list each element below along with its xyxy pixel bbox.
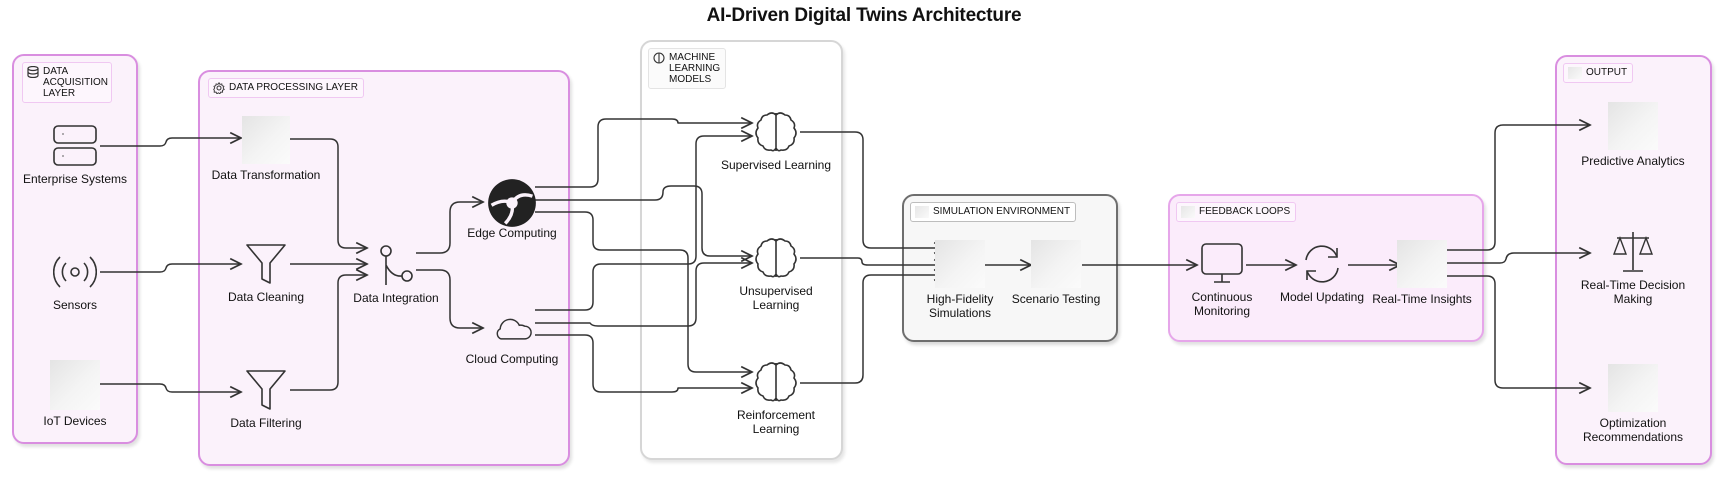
node-label: Real-Time Insights [1372, 292, 1472, 306]
node-sensors[interactable]: Sensors [15, 250, 135, 312]
node-label: Supervised Learning [720, 158, 832, 172]
node-optimization-recommendations[interactable]: Optimization Recommendations [1573, 364, 1693, 444]
node-label: Data Transformation [211, 168, 321, 182]
node-label: Scenario Testing [1011, 292, 1101, 306]
node-label: Data Cleaning [227, 290, 305, 304]
merge-icon [380, 245, 413, 285]
placeholder-icon [1608, 102, 1658, 150]
node-unsupervised-learning[interactable]: Unsupervised Learning [716, 236, 836, 312]
node-label: Optimization Recommendations [1582, 416, 1684, 444]
edge-logo-icon [488, 179, 536, 227]
node-label: Edge Computing [467, 226, 557, 240]
signal-icon [53, 256, 97, 288]
node-predictive-analytics[interactable]: Predictive Analytics [1573, 102, 1693, 168]
placeholder-icon [935, 240, 985, 288]
placeholder-icon [242, 116, 290, 164]
node-enterprise-systems[interactable]: Enterprise Systems [15, 124, 135, 186]
node-data-cleaning[interactable]: Data Cleaning [206, 242, 326, 304]
node-label: Real-Time Decision Making [1580, 278, 1686, 306]
node-label: IoT Devices [43, 414, 107, 428]
node-data-integration[interactable]: Data Integration [336, 243, 456, 305]
node-real-time-insights[interactable]: Real-Time Insights [1362, 240, 1482, 306]
node-real-time-decision-making[interactable]: Real-Time Decision Making [1573, 230, 1693, 306]
node-data-filtering[interactable]: Data Filtering [206, 368, 326, 430]
node-label: Data Integration [353, 291, 439, 305]
monitor-icon [1201, 243, 1243, 283]
node-iot-devices[interactable]: IoT Devices [15, 360, 135, 428]
scale-icon [1612, 232, 1654, 272]
funnel-icon [246, 370, 286, 410]
node-edge-computing[interactable]: Edge Computing [452, 178, 572, 240]
placeholder-icon [1608, 364, 1658, 412]
brain-icon [755, 238, 797, 278]
node-label: Data Filtering [230, 416, 302, 430]
node-label: Unsupervised Learning [739, 284, 813, 312]
node-label: Cloud Computing [465, 352, 559, 366]
node-label: Predictive Analytics [1581, 154, 1685, 168]
edge-insights-predictive [1445, 125, 1590, 251]
placeholder-icon [1397, 240, 1447, 288]
placeholder-icon [50, 360, 100, 410]
node-scenario-testing[interactable]: Scenario Testing [996, 240, 1116, 306]
brain-icon [755, 362, 797, 402]
node-cloud-computing[interactable]: Cloud Computing [452, 308, 572, 366]
node-label: Enterprise Systems [22, 172, 128, 186]
brain-icon [755, 112, 797, 152]
node-data-transformation[interactable]: Data Transformation [206, 116, 326, 182]
placeholder-icon [1031, 240, 1081, 288]
cloud-icon [496, 318, 532, 340]
node-supervised-learning[interactable]: Supervised Learning [716, 110, 836, 172]
refresh-icon [1305, 245, 1339, 283]
node-label: Reinforcement Learning [736, 408, 816, 436]
node-reinforcement-learning[interactable]: Reinforcement Learning [716, 360, 836, 436]
funnel-icon [246, 244, 286, 284]
node-label: Sensors [52, 298, 98, 312]
server-stack-icon [53, 125, 97, 166]
